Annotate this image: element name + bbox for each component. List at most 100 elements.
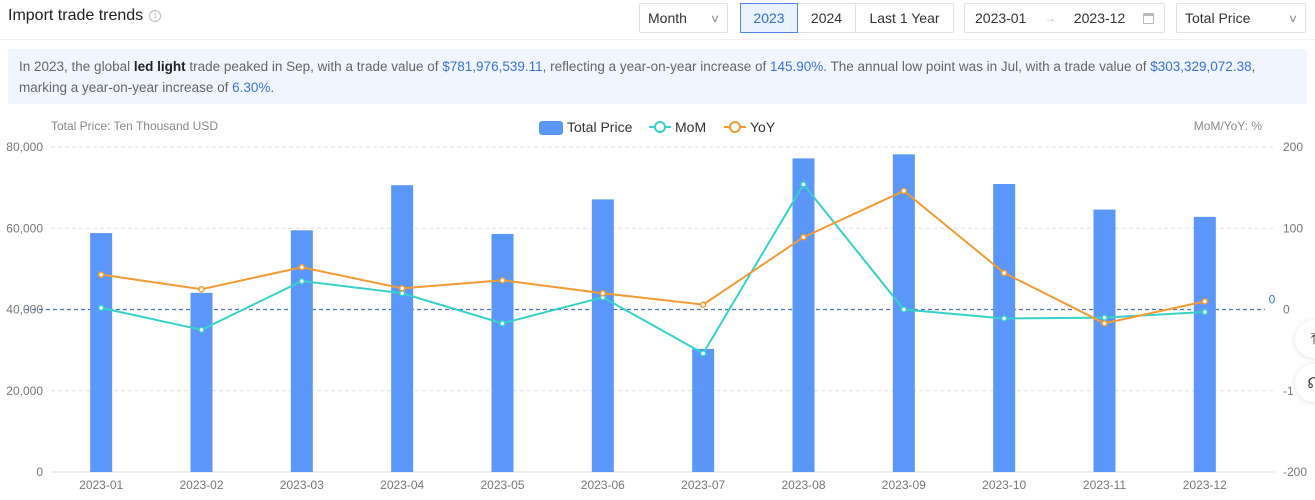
mom-point-2023-10	[1000, 315, 1008, 322]
x-tick-label: 2023-09	[882, 478, 926, 492]
summary-product: led light	[133, 59, 186, 74]
mom-point-2023-12	[1201, 308, 1209, 316]
bar-2023-02	[190, 292, 213, 472]
y-tick-label: 20,000	[6, 384, 43, 398]
summary-low-yoy: 6.30%	[232, 80, 271, 95]
legend-label-total-price: Total Price	[567, 119, 633, 135]
y2-tick-label: -200	[1283, 465, 1307, 479]
y2-axis-title: MoM/YoY: %	[1194, 119, 1263, 133]
summary-text: . The annual low point was in Jul, with …	[823, 59, 1151, 74]
tab-2023[interactable]: 2023	[740, 3, 798, 33]
mom-point-2023-02	[198, 326, 205, 334]
granularity-value: Month	[648, 10, 687, 26]
metric-select[interactable]: Total Price ∨	[1176, 3, 1306, 33]
headset-icon: ☊	[1307, 375, 1315, 392]
mom-point-2023-01	[97, 304, 105, 312]
info-icon[interactable]: i	[149, 10, 162, 22]
legend-marker-yoy	[729, 121, 741, 133]
bar-2023-11	[1093, 209, 1116, 472]
page-title-text: Import trade trends	[8, 7, 144, 24]
mom-point-2023-05	[499, 320, 506, 327]
legend: Total Price MoM YoY	[539, 119, 776, 135]
summary-peak-yoy: 145.90%	[769, 59, 824, 74]
bar-2023-10	[993, 183, 1016, 472]
yoy-point-2023-02	[198, 285, 205, 293]
y2-tick-label: 0	[1283, 303, 1290, 317]
x-tick-label: 2023-02	[179, 478, 223, 492]
arrow-right-icon: →	[1044, 11, 1057, 25]
yoy-point-2023-09	[900, 187, 908, 195]
summary-text: trade peaked in Sep, with a trade value …	[185, 59, 443, 74]
summary-peak-value: $781,976,539.11	[442, 59, 543, 74]
yoy-point-2023-04	[398, 285, 406, 292]
trade-chart: 0 20,000 40,000 60,000 80,000 -200 -1 0 100 200 To…	[6, 119, 1307, 492]
y-tick-label: 0	[36, 465, 43, 479]
bar-2023-09	[892, 154, 915, 472]
x-tick-label: 2023-08	[781, 478, 825, 492]
yoy-point-2023-08	[800, 233, 807, 241]
y-tick-label: 80,000	[6, 140, 43, 154]
x-tick-label: 2023-07	[681, 478, 725, 492]
yoy-point-2023-12	[1201, 298, 1209, 305]
y2-tick-label: 200	[1283, 140, 1303, 154]
summary-text: In 2023, the global	[19, 59, 134, 74]
date-range-picker[interactable]: 2023-01 → 2023-12	[964, 3, 1165, 33]
bar-2023-01	[90, 233, 113, 472]
tab-last-1-year[interactable]: Last 1 Year	[856, 4, 953, 32]
summary-low-value: $303,329,072.38	[1150, 59, 1252, 74]
bar-2023-08	[792, 158, 815, 472]
tab-2024[interactable]: 2024	[798, 4, 856, 32]
x-tick-label: 2023-05	[480, 478, 524, 492]
yoy-point-2023-01	[97, 271, 105, 278]
calendar-icon	[1142, 12, 1154, 24]
yoy-point-2023-03	[298, 264, 306, 271]
y-tick-label: 60,000	[6, 221, 43, 235]
chevron-down-icon: ∨	[1287, 12, 1299, 25]
summary-text: ,	[1251, 59, 1256, 74]
markline-label: 0	[1269, 293, 1276, 307]
x-tick-label: 2023-04	[380, 478, 424, 492]
yoy-line	[101, 189, 1206, 325]
x-tick-label: 2023-03	[280, 478, 324, 492]
bar-2023-12	[1193, 216, 1216, 472]
year-tabs: 2023 2024 Last 1 Year	[740, 3, 954, 33]
bar-2023-04	[391, 185, 414, 472]
chevron-down-icon: ∨	[709, 12, 721, 25]
header: Import trade trends i Month ∨ 2023 2024 …	[0, 0, 1315, 40]
legend-swatch-total-price	[539, 121, 563, 135]
x-tick-label: 2023-01	[79, 478, 123, 492]
bar-2023-06	[591, 199, 614, 472]
mom-point-2023-08	[800, 181, 807, 188]
granularity-select[interactable]: Month ∨	[639, 3, 728, 33]
bar-2023-07	[692, 348, 715, 472]
mom-line	[100, 182, 1205, 355]
y2-tick-label: -1	[1283, 384, 1294, 398]
summary-text: , reflecting a year-on-year increase of	[542, 59, 770, 74]
y-axis-title: Total Price: Ten Thousand USD	[51, 119, 218, 133]
lines	[97, 181, 1209, 357]
mom-point-2023-09	[900, 306, 908, 313]
summary-text: .	[270, 80, 275, 95]
yoy-point-2023-07	[699, 301, 707, 308]
y-tick-label: 40,000	[6, 303, 43, 317]
bars	[90, 154, 1216, 472]
yoy-point-2023-06	[599, 290, 607, 297]
legend-label-mom: MoM	[675, 119, 706, 135]
summary-text: marking a year-on-year increase of	[19, 80, 233, 95]
x-tick-label: 2023-11	[1083, 478, 1126, 492]
arrow-up-to-top-icon: ⤒	[1310, 330, 1315, 348]
x-tick-label: 2023-12	[1183, 478, 1227, 492]
yoy-point-2023-05	[499, 277, 506, 284]
mom-point-2023-03	[298, 277, 306, 285]
mom-point-2023-07	[699, 350, 707, 357]
date-range-end[interactable]: 2023-12	[1074, 10, 1125, 26]
metric-value: Total Price	[1185, 10, 1251, 26]
x-tick-label: 2023-10	[982, 478, 1026, 492]
y2-tick-label: 100	[1283, 221, 1303, 235]
yoy-point-2023-10	[1000, 269, 1008, 277]
yoy-point-2023-11	[1101, 320, 1108, 327]
page-title: Import trade trends i	[8, 7, 162, 25]
x-tick-label: 2023-06	[581, 478, 625, 492]
legend-marker-mom	[654, 121, 666, 133]
date-range-start[interactable]: 2023-01	[975, 10, 1026, 26]
